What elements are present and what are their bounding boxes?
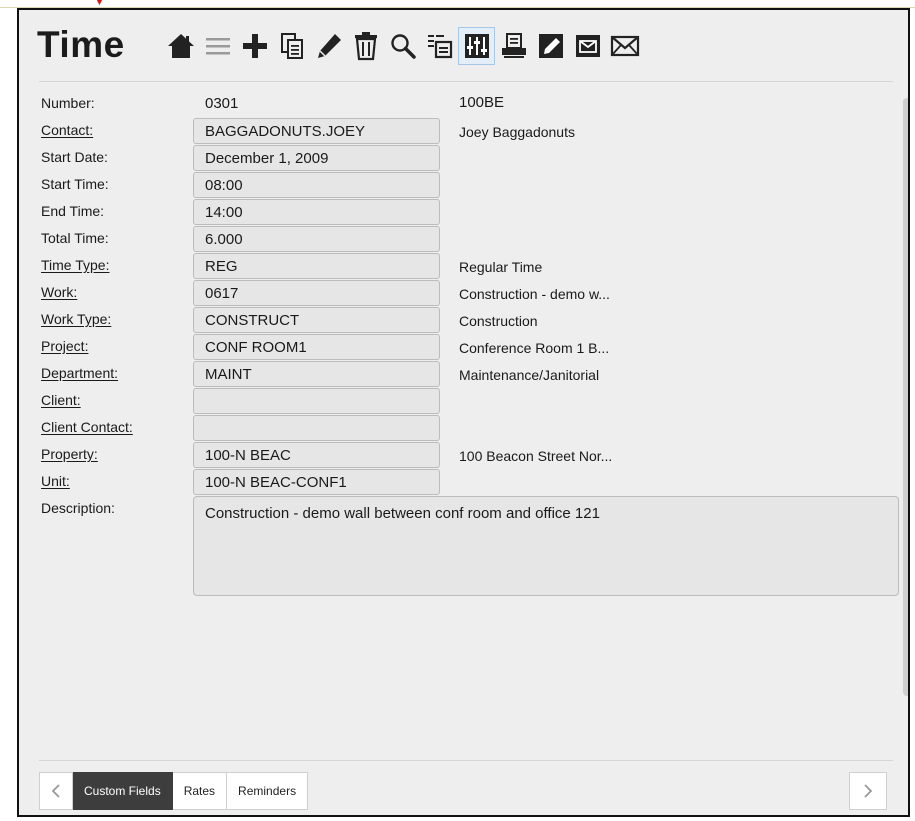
unit-link[interactable]: Unit: bbox=[41, 473, 70, 489]
total-time-label: Total Time: bbox=[41, 230, 109, 246]
end-time-row: End Time: 14:00 bbox=[41, 198, 901, 225]
add-button[interactable] bbox=[236, 27, 273, 65]
department-row: Department: MAINT Maintenance/Janitorial bbox=[41, 360, 901, 387]
print-button[interactable] bbox=[495, 27, 532, 65]
work-type-field[interactable]: CONSTRUCT bbox=[193, 307, 440, 333]
start-date-row: Start Date: December 1, 2009 bbox=[41, 144, 901, 171]
vertical-scrollbar[interactable] bbox=[903, 98, 908, 696]
copy-list-button[interactable] bbox=[421, 27, 458, 65]
time-type-row: Time Type: REG Regular Time bbox=[41, 252, 901, 279]
contact-row: Contact: BAGGADONUTS.JOEY Joey Baggadonu… bbox=[41, 117, 901, 144]
number-value: 0301 bbox=[205, 95, 239, 112]
property-description: 100 Beacon Street Nor... bbox=[459, 448, 613, 464]
work-type-description: Construction bbox=[459, 313, 538, 329]
email-button[interactable] bbox=[606, 27, 643, 65]
email-dark-button[interactable] bbox=[569, 27, 606, 65]
tab-custom-fields[interactable]: Custom Fields bbox=[73, 772, 173, 810]
client-contact-link[interactable]: Client Contact: bbox=[41, 419, 133, 435]
client-row: Client: bbox=[41, 387, 901, 414]
chevron-left-icon bbox=[51, 784, 60, 798]
description-label: Description: bbox=[41, 500, 115, 516]
top-strip: ▼ bbox=[0, 0, 915, 8]
department-description: Maintenance/Janitorial bbox=[459, 367, 600, 383]
tab-bar: Custom Fields Rates Reminders bbox=[39, 772, 309, 810]
copy-icon bbox=[280, 33, 303, 59]
contact-link[interactable]: Contact: bbox=[41, 122, 93, 138]
work-type-row: Work Type: CONSTRUCT Construction bbox=[41, 306, 901, 333]
start-time-field[interactable]: 08:00 bbox=[193, 172, 440, 198]
number-row: Number: 0301 100BE bbox=[41, 90, 901, 116]
description-textarea[interactable]: Construction - demo wall between conf ro… bbox=[193, 496, 899, 596]
search-button[interactable] bbox=[384, 27, 421, 65]
project-link[interactable]: Project: bbox=[41, 338, 88, 354]
number-label: Number: bbox=[41, 95, 95, 111]
client-field[interactable] bbox=[193, 388, 440, 414]
client-contact-row: Client Contact: bbox=[41, 414, 901, 441]
start-time-row: Start Time: 08:00 bbox=[41, 171, 901, 198]
tab-next-button[interactable] bbox=[849, 772, 887, 810]
number-description: 100BE bbox=[459, 94, 505, 111]
list-icon bbox=[205, 38, 230, 55]
department-field[interactable]: MAINT bbox=[193, 361, 440, 387]
work-row: Work: 0617 Construction - demo w... bbox=[41, 279, 901, 306]
footer-divider bbox=[39, 760, 893, 761]
property-row: Property: 100-N BEAC 100 Beacon Street N… bbox=[41, 441, 901, 468]
pointer-mark-icon: ▼ bbox=[94, 0, 105, 8]
edit-button[interactable] bbox=[310, 27, 347, 65]
end-time-field[interactable]: 14:00 bbox=[193, 199, 440, 225]
unit-row: Unit: 100-N BEAC-CONF1 bbox=[41, 468, 901, 495]
unit-field[interactable]: 100-N BEAC-CONF1 bbox=[193, 469, 440, 495]
page-title: Time bbox=[37, 24, 125, 65]
chevron-right-icon bbox=[864, 784, 873, 798]
work-link[interactable]: Work: bbox=[41, 284, 77, 300]
delete-button[interactable] bbox=[347, 27, 384, 65]
header: Time bbox=[19, 10, 908, 84]
header-divider bbox=[39, 81, 893, 82]
email-dark-icon bbox=[575, 35, 600, 57]
work-field[interactable]: 0617 bbox=[193, 280, 440, 306]
project-field[interactable]: CONF ROOM1 bbox=[193, 334, 440, 360]
home-button[interactable] bbox=[162, 27, 199, 65]
toolbar bbox=[162, 26, 643, 66]
tab-rates[interactable]: Rates bbox=[172, 772, 228, 810]
list-button[interactable] bbox=[199, 27, 236, 65]
total-time-row: Total Time: 6.000 bbox=[41, 225, 901, 252]
home-icon bbox=[167, 34, 194, 58]
columns-button[interactable] bbox=[458, 27, 495, 65]
contact-field[interactable]: BAGGADONUTS.JOEY bbox=[193, 118, 440, 144]
start-time-label: Start Time: bbox=[41, 176, 109, 192]
start-date-label: Start Date: bbox=[41, 149, 108, 165]
end-time-label: End Time: bbox=[41, 203, 105, 219]
department-link[interactable]: Department: bbox=[41, 365, 118, 381]
time-record-panel: Time Number: 0301 100BE Contact: BAGGADO… bbox=[17, 8, 910, 817]
work-description: Construction - demo w... bbox=[459, 286, 610, 302]
client-link[interactable]: Client: bbox=[41, 392, 81, 408]
client-contact-field[interactable] bbox=[193, 415, 440, 441]
work-type-link[interactable]: Work Type: bbox=[41, 311, 111, 327]
delete-icon bbox=[354, 32, 377, 61]
tab-prev-button[interactable] bbox=[39, 772, 73, 810]
project-description: Conference Room 1 B... bbox=[459, 340, 610, 356]
print-icon bbox=[501, 33, 526, 58]
columns-icon bbox=[464, 34, 489, 58]
email-icon bbox=[610, 35, 639, 57]
search-icon bbox=[390, 34, 416, 59]
description-row: Description: Construction - demo wall be… bbox=[41, 495, 901, 600]
property-link[interactable]: Property: bbox=[41, 446, 98, 462]
edit-pencil-icon bbox=[317, 34, 341, 58]
property-field[interactable]: 100-N BEAC bbox=[193, 442, 440, 468]
tab-reminders[interactable]: Reminders bbox=[227, 772, 309, 810]
time-type-field[interactable]: REG bbox=[193, 253, 440, 279]
contact-description: Joey Baggadonuts bbox=[459, 124, 575, 140]
copy-button[interactable] bbox=[273, 27, 310, 65]
note-icon bbox=[538, 34, 563, 58]
note-button[interactable] bbox=[532, 27, 569, 65]
add-icon bbox=[242, 34, 267, 58]
copy-list-icon bbox=[427, 35, 452, 59]
start-date-field[interactable]: December 1, 2009 bbox=[193, 145, 440, 171]
project-row: Project: CONF ROOM1 Conference Room 1 B.… bbox=[41, 333, 901, 360]
time-type-description: Regular Time bbox=[459, 259, 543, 275]
time-type-link[interactable]: Time Type: bbox=[41, 257, 109, 273]
total-time-field[interactable]: 6.000 bbox=[193, 226, 440, 252]
